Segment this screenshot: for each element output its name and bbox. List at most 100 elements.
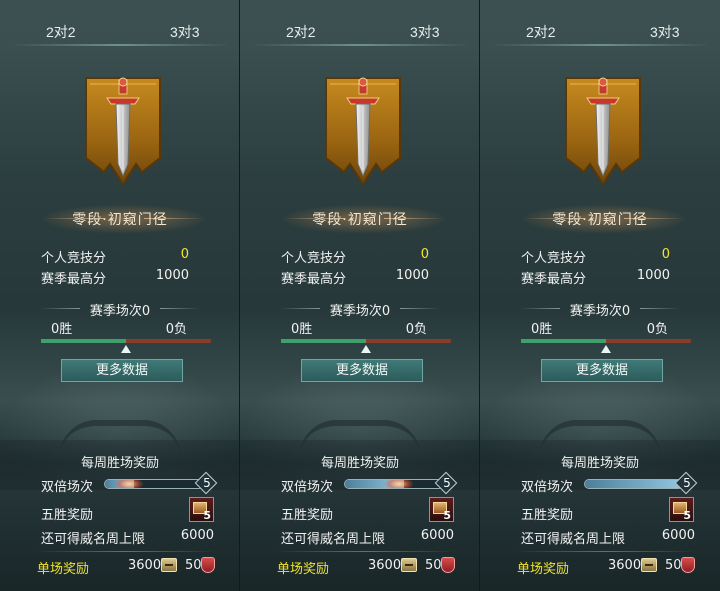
- tab-2v2[interactable]: 2对2: [526, 22, 556, 42]
- wins-count: 0胜: [531, 322, 553, 337]
- tab-3v3[interactable]: 3对3: [410, 22, 440, 42]
- season-high-value: 1000: [155, 268, 189, 283]
- fame-cap-label: 还可得威名周上限: [521, 532, 626, 547]
- chest-count: 5: [443, 509, 451, 522]
- more-data-button[interactable]: 更多数据: [301, 359, 423, 382]
- weekly-reward-title: 每周胜场奖励: [320, 456, 399, 471]
- season-matches: 赛季场次0: [89, 304, 151, 319]
- single-match-reward-label: 单场奖励: [277, 562, 330, 577]
- personal-score-label: 个人竞技分: [41, 251, 107, 266]
- weekly-reward-title: 每周胜场奖励: [560, 456, 639, 471]
- win-loss-bar: [521, 339, 691, 343]
- arena-panel: 2对2 3对3 零段·初窥门径 个人竞技分 0 赛季最高分 1000 赛季场次0…: [480, 0, 720, 591]
- tab-2v2[interactable]: 2对2: [286, 22, 316, 42]
- chest-count: 5: [683, 509, 691, 522]
- coin-icon: [641, 558, 657, 572]
- personal-score-value: 0: [420, 247, 429, 262]
- fame-cap-label: 还可得威名周上限: [281, 532, 386, 547]
- chest-count: 5: [203, 509, 211, 522]
- personal-score-value: 0: [180, 247, 189, 262]
- mode-tabs: 2对2 3对3: [0, 0, 239, 50]
- honor-reward-value: 50: [665, 558, 682, 573]
- double-matches-label: 双倍场次: [281, 480, 334, 495]
- season-high-label: 赛季最高分: [521, 272, 587, 287]
- tab-3v3[interactable]: 3对3: [170, 22, 200, 42]
- rank-name: 零段·初窥门径: [312, 212, 408, 228]
- season-high-value: 1000: [636, 268, 670, 283]
- double-matches-label: 双倍场次: [521, 480, 574, 495]
- mode-tabs: 2对2 3对3: [240, 0, 479, 50]
- coin-icon: [401, 558, 417, 572]
- wins-count: 0胜: [51, 322, 73, 337]
- rank-sword-banner-icon: [565, 77, 641, 186]
- season-matches: 赛季场次0: [329, 304, 391, 319]
- shield-icon: [681, 557, 695, 573]
- five-win-reward-label: 五胜奖励: [281, 508, 334, 523]
- tab-2v2[interactable]: 2对2: [46, 22, 76, 42]
- rank-name: 零段·初窥门径: [552, 212, 648, 228]
- tab-3v3[interactable]: 3对3: [650, 22, 680, 42]
- single-reward-divider: [36, 551, 216, 552]
- shield-icon: [201, 557, 215, 573]
- double-matches-label: 双倍场次: [41, 480, 94, 495]
- season-high-label: 赛季最高分: [281, 272, 347, 287]
- double-bar-glow: [384, 480, 414, 488]
- gold-reward-value: 3600: [608, 558, 642, 573]
- double-bar-fill: [585, 480, 683, 488]
- win-fill: [281, 339, 366, 343]
- shield-icon: [441, 557, 455, 573]
- five-win-reward-label: 五胜奖励: [521, 508, 574, 523]
- fame-cap-value: 6000: [420, 528, 454, 543]
- single-match-reward-label: 单场奖励: [517, 562, 570, 577]
- fame-cap-label: 还可得威名周上限: [41, 532, 146, 547]
- win-fill: [521, 339, 606, 343]
- double-matches-bar: [584, 479, 684, 489]
- single-match-reward-label: 单场奖励: [37, 562, 90, 577]
- season-high-value: 1000: [395, 268, 429, 283]
- more-data-button[interactable]: 更多数据: [61, 359, 183, 382]
- personal-score-label: 个人竞技分: [281, 251, 347, 266]
- double-count: 5: [683, 476, 691, 490]
- reward-chest-icon[interactable]: 5: [669, 497, 694, 522]
- honor-reward-value: 50: [185, 558, 202, 573]
- arena-panels: 2对2 3对3 零段·初窥门径 个人竞技分 0 赛季最高分 1000 赛季场次0…: [0, 0, 720, 591]
- personal-score-label: 个人竞技分: [521, 251, 587, 266]
- rank-sword-banner-icon: [325, 77, 401, 186]
- win-fill: [41, 339, 126, 343]
- more-data-button[interactable]: 更多数据: [541, 359, 663, 382]
- double-matches-bar: [344, 479, 444, 489]
- five-win-reward-label: 五胜奖励: [41, 508, 94, 523]
- losses-count: 0负: [405, 322, 427, 337]
- fame-cap-value: 6000: [661, 528, 695, 543]
- gold-reward-value: 3600: [128, 558, 162, 573]
- mode-tabs: 2对2 3对3: [480, 0, 720, 50]
- rank-name: 零段·初窥门径: [72, 212, 168, 228]
- arena-panel: 2对2 3对3 零段·初窥门径 个人竞技分 0 赛季最高分 1000 赛季场次0…: [0, 0, 240, 591]
- double-count: 5: [203, 476, 211, 490]
- reward-chest-icon[interactable]: 5: [189, 497, 214, 522]
- ratio-marker-icon: [601, 345, 611, 353]
- honor-reward-value: 50: [425, 558, 442, 573]
- losses-count: 0负: [165, 322, 187, 337]
- win-loss-bar: [281, 339, 451, 343]
- fame-cap-value: 6000: [180, 528, 214, 543]
- double-bar-glow: [114, 480, 144, 488]
- rank-sword-banner-icon: [85, 77, 161, 186]
- season-matches: 赛季场次0: [569, 304, 631, 319]
- ratio-marker-icon: [121, 345, 131, 353]
- wins-count: 0胜: [291, 322, 313, 337]
- gold-reward-value: 3600: [368, 558, 402, 573]
- losses-count: 0负: [646, 322, 668, 337]
- weekly-reward-title: 每周胜场奖励: [80, 456, 159, 471]
- season-high-label: 赛季最高分: [41, 272, 107, 287]
- reward-chest-icon[interactable]: 5: [429, 497, 454, 522]
- win-loss-bar: [41, 339, 211, 343]
- double-matches-bar: [104, 479, 204, 489]
- double-count: 5: [443, 476, 451, 490]
- personal-score-value: 0: [661, 247, 670, 262]
- coin-icon: [161, 558, 177, 572]
- single-reward-divider: [516, 551, 696, 552]
- single-reward-divider: [276, 551, 456, 552]
- arena-panel: 2对2 3对3 零段·初窥门径 个人竞技分 0 赛季最高分 1000 赛季场次0…: [240, 0, 480, 591]
- ratio-marker-icon: [361, 345, 371, 353]
